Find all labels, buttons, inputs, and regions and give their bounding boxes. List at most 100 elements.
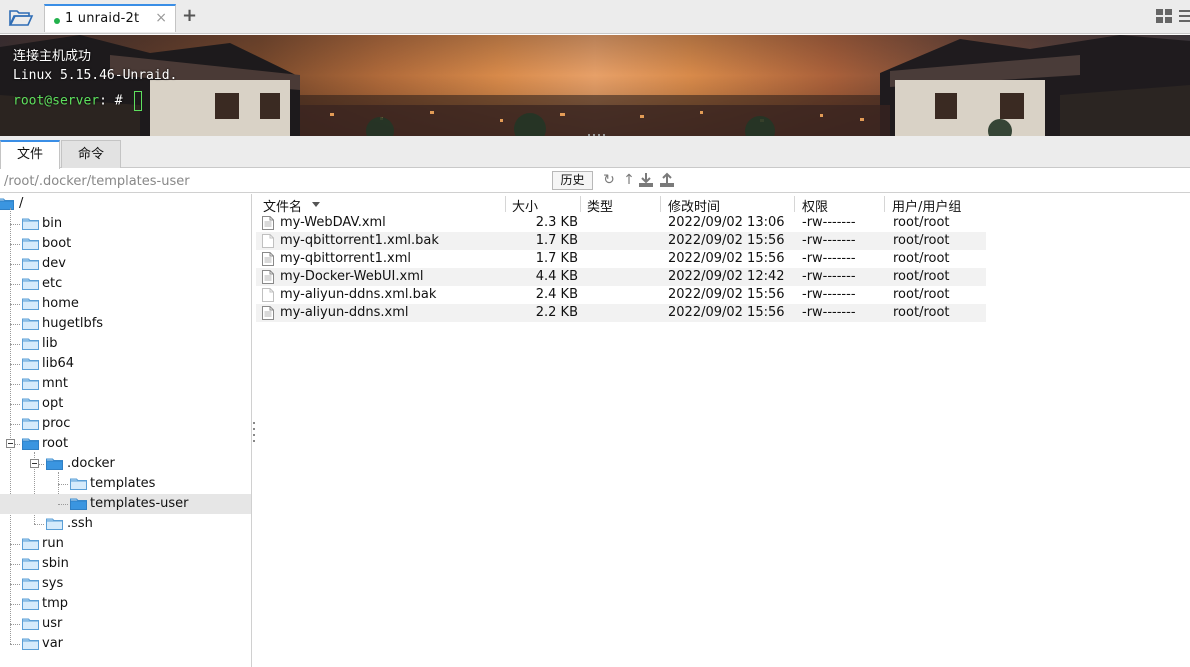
text-file-icon <box>262 252 274 266</box>
collapse-toggle-icon[interactable] <box>30 459 39 468</box>
tree-item-root[interactable]: root <box>0 434 251 454</box>
terminal-panel[interactable]: 连接主机成功 Linux 5.15.46-Unraid. root@server… <box>0 35 1190 136</box>
tree-item-label: hugetlbfs <box>42 316 104 331</box>
tree-connector-line <box>58 484 68 485</box>
tree-item-label: lib64 <box>42 356 75 371</box>
tree-item-lib[interactable]: lib <box>0 334 251 354</box>
folder-icon <box>22 597 39 610</box>
tree-item-label: templates <box>90 476 156 491</box>
tree-item-home[interactable]: home <box>0 294 251 314</box>
tree-item-root[interactable]: / <box>0 194 251 214</box>
tree-item-tmp[interactable]: tmp <box>0 594 251 614</box>
history-button[interactable]: 历史 <box>552 171 593 190</box>
folder-icon <box>22 317 39 330</box>
tree-item-label: etc <box>42 276 63 291</box>
tree-item-label: root <box>42 436 69 451</box>
file-size: 2.3 KB <box>535 215 578 230</box>
blank-file-icon <box>262 234 274 248</box>
tree-item-templates-user[interactable]: templates-user <box>0 494 251 514</box>
column-header-size[interactable]: 大小 <box>512 196 538 215</box>
file-permissions: -rw------- <box>802 287 856 302</box>
text-file-icon <box>262 270 274 284</box>
menu-icon[interactable] <box>1177 8 1190 24</box>
tree-item-run[interactable]: run <box>0 534 251 554</box>
layout-grid-icon[interactable] <box>1156 9 1172 23</box>
file-row[interactable]: my-aliyun-ddns.xml 2.2 KB 2022/09/02 15:56… <box>256 304 986 322</box>
tree-item-usr[interactable]: usr <box>0 614 251 634</box>
tree-item-proc[interactable]: proc <box>0 414 251 434</box>
path-input[interactable] <box>4 171 550 191</box>
tree-item-dev[interactable]: dev <box>0 254 251 274</box>
file-mtime: 2022/09/02 15:56 <box>668 251 785 266</box>
file-row[interactable]: my-qbittorrent1.xml 1.7 KB 2022/09/02 15:5… <box>256 250 986 268</box>
tree-item-dot-ssh[interactable]: .ssh <box>0 514 251 534</box>
tree-connector-line <box>10 304 20 305</box>
tree-item-sys[interactable]: sys <box>0 574 251 594</box>
tree-item-label: sbin <box>42 556 69 571</box>
tree-item-dot-docker[interactable]: .docker <box>0 454 251 474</box>
file-size: 4.4 KB <box>535 269 578 284</box>
upload-icon[interactable] <box>659 172 675 188</box>
terminal-cursor <box>134 91 143 111</box>
folder-icon <box>46 517 63 530</box>
tree-item-var[interactable]: var <box>0 634 251 654</box>
tree-item-bin[interactable]: bin <box>0 214 251 234</box>
connected-status-dot <box>54 18 60 24</box>
sort-descending-icon <box>312 202 320 207</box>
tree-item-sbin[interactable]: sbin <box>0 554 251 574</box>
tree-item-etc[interactable]: etc <box>0 274 251 294</box>
tree-connector-line <box>10 384 20 385</box>
file-row[interactable]: my-WebDAV.xml 2.3 KB 2022/09/02 13:06 -rw--… <box>256 214 986 232</box>
column-header-mtime[interactable]: 修改时间 <box>668 196 720 215</box>
bottom-tab-bar: 文件 命令 <box>0 136 1190 169</box>
column-header-permissions[interactable]: 权限 <box>802 196 828 215</box>
folder-icon <box>22 437 39 450</box>
text-file-icon <box>262 216 274 230</box>
tree-item-mnt[interactable]: mnt <box>0 374 251 394</box>
file-row[interactable]: my-qbittorrent1.xml.bak 1.7 KB 2022/09/02 … <box>256 232 986 250</box>
collapse-toggle-icon[interactable] <box>6 439 15 448</box>
folder-icon <box>22 357 39 370</box>
column-header-owner[interactable]: 用户/用户组 <box>892 196 961 215</box>
terminal-prompt-line: root@server: # <box>13 91 143 111</box>
column-divider[interactable] <box>505 196 506 212</box>
terminal-line-kernel: Linux 5.15.46-Unraid. <box>13 68 178 83</box>
open-folder-icon[interactable] <box>8 7 34 27</box>
tree-item-label: bin <box>42 216 63 231</box>
column-divider[interactable] <box>794 196 795 212</box>
file-row[interactable]: my-aliyun-ddns.xml.bak 2.4 KB 2022/09/02 1… <box>256 286 986 304</box>
tree-item-label: run <box>42 536 64 551</box>
column-divider[interactable] <box>660 196 661 212</box>
tree-item-label: templates-user <box>90 496 189 511</box>
refresh-icon[interactable]: ↻ <box>601 172 617 188</box>
tree-item-hugetlbfs[interactable]: hugetlbfs <box>0 314 251 334</box>
directory-tree: / bin boot dev etc home hugetlbfs lib lib64 mnt op… <box>0 194 252 667</box>
add-tab-button[interactable]: + <box>182 5 197 26</box>
file-owner: root/root <box>893 269 950 284</box>
tree-item-label: sys <box>42 576 64 591</box>
path-toolbar: 历史 ↻ ↑ <box>0 169 1190 193</box>
tree-item-label: dev <box>42 256 66 271</box>
prompt-user: root@server <box>13 93 100 109</box>
download-icon[interactable] <box>638 172 654 188</box>
tree-connector-line <box>10 644 20 645</box>
tree-item-label: var <box>42 636 64 651</box>
column-header-name[interactable]: 文件名 <box>263 196 302 215</box>
column-header-type[interactable]: 类型 <box>587 196 613 215</box>
tree-item-boot[interactable]: boot <box>0 234 251 254</box>
file-size: 1.7 KB <box>535 233 578 248</box>
file-row[interactable]: my-Docker-WebUI.xml 4.4 KB 2022/09/02 12:4… <box>256 268 986 286</box>
column-divider[interactable] <box>580 196 581 212</box>
tree-item-label: / <box>19 196 24 211</box>
up-icon[interactable]: ↑ <box>621 172 637 188</box>
column-divider[interactable] <box>884 196 885 212</box>
close-tab-icon[interactable]: × <box>155 10 167 26</box>
session-tab[interactable]: 1 unraid-2t × <box>44 4 176 32</box>
tree-item-lib64[interactable]: lib64 <box>0 354 251 374</box>
tab-files[interactable]: 文件 <box>0 140 60 169</box>
tree-connector-line <box>58 504 68 505</box>
tree-connector-line <box>10 584 20 585</box>
tree-item-opt[interactable]: opt <box>0 394 251 414</box>
tree-item-templates[interactable]: templates <box>0 474 251 494</box>
tab-commands[interactable]: 命令 <box>61 140 121 168</box>
